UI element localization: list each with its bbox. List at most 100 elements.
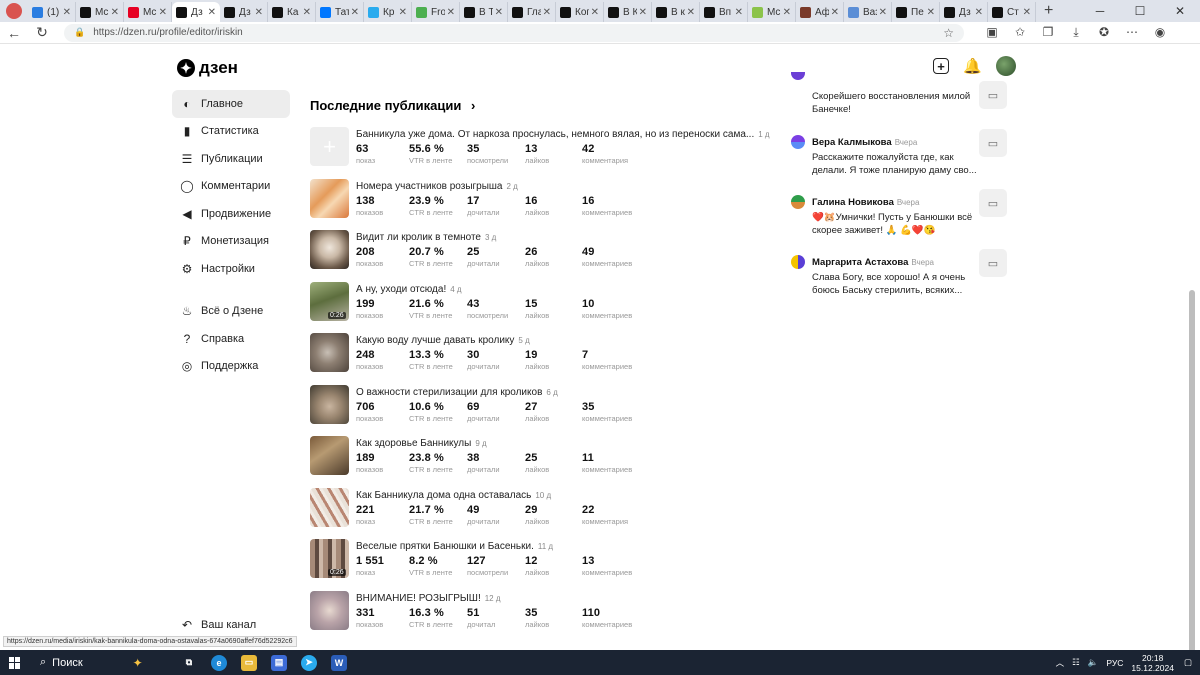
tab-close-icon[interactable]: ✕ [975, 7, 983, 18]
publication-thumbnail[interactable] [310, 230, 349, 269]
taskbar-search[interactable]: ⌕ Поиск ✦ [34, 653, 174, 673]
publication-row[interactable]: Видит ли кролик в темноте 3 д 208 показов 20… [310, 230, 770, 282]
tab-close-icon[interactable]: ✕ [735, 7, 743, 18]
publication-thumbnail[interactable]: 0:26 [310, 539, 349, 578]
browser-menu-icon[interactable]: ⋯ [1118, 25, 1146, 40]
close-window-icon[interactable]: ✕ [1160, 4, 1200, 18]
sidebar-item[interactable]: ▮ Статистика [172, 118, 290, 146]
back-icon[interactable]: ← [0, 25, 28, 41]
publication-row[interactable]: О важности стерилизации для кроликов 6 д 7… [310, 384, 770, 437]
tab-close-icon[interactable]: ✕ [399, 7, 407, 18]
publication-title[interactable]: А ну, уходи отсюда! 4 д [356, 284, 462, 295]
page-scrollbar[interactable] [1188, 44, 1196, 675]
browser-tab[interactable]: Кр ✕ [364, 2, 412, 22]
commenter-avatar[interactable] [791, 255, 805, 269]
tab-close-icon[interactable]: ✕ [927, 7, 935, 18]
tab-close-icon[interactable]: ✕ [543, 7, 551, 18]
language-indicator[interactable]: РУС [1106, 658, 1123, 668]
user-avatar[interactable] [995, 56, 1016, 76]
tab-close-icon[interactable]: ✕ [351, 7, 359, 18]
reply-icon[interactable]: ▭ [979, 249, 1007, 277]
publication-title[interactable]: Как здоровье Банникулы 9 д [356, 438, 487, 449]
browser-tab[interactable]: (1) ✕ [28, 2, 76, 22]
scrollbar-thumb[interactable] [1189, 290, 1195, 675]
browser-tab[interactable]: Mc ✕ [748, 2, 796, 22]
sidebar-item[interactable]: ♨ Всё о Дзене [172, 298, 290, 326]
tray-chevron-icon[interactable]: ︿ [1056, 657, 1065, 669]
tab-close-icon[interactable]: ✕ [303, 7, 311, 18]
tab-close-icon[interactable]: ✕ [159, 7, 167, 18]
publication-row[interactable]: Как Банникула дома одна оставалась 10 д 22… [310, 487, 770, 540]
speaker-icon[interactable]: 🔈 [1088, 657, 1099, 668]
reply-icon[interactable]: ▭ [979, 189, 1007, 217]
tab-close-icon[interactable]: ✕ [255, 7, 263, 18]
tab-close-icon[interactable]: ✕ [1023, 7, 1031, 18]
browser-tab[interactable]: В Т✕ [460, 2, 508, 22]
sidebar-item[interactable]: ? Справка [172, 325, 290, 353]
store-icon[interactable]: ▤ [264, 654, 294, 671]
create-post-icon[interactable]: + [933, 58, 949, 74]
tab-close-icon[interactable]: ✕ [783, 7, 791, 18]
latest-publications-title[interactable]: Последние публикации › [310, 98, 475, 113]
browser-tab[interactable]: Тат✕ [316, 2, 364, 22]
notifications-bell-icon[interactable]: 🔔 [963, 57, 982, 75]
publication-thumbnail[interactable] [310, 436, 349, 475]
publication-row[interactable]: 0:26 Веселые прятки Банюшки и Басеньки. 11… [310, 539, 770, 591]
tab-close-icon[interactable]: ✕ [447, 7, 455, 18]
file-explorer-icon[interactable]: ▭ [234, 654, 264, 671]
notification-center-icon[interactable]: ▢ [1184, 657, 1192, 668]
browser-tab[interactable]: Ког ✕ [556, 2, 604, 22]
profile-icon[interactable] [6, 3, 22, 19]
task-view-icon[interactable]: ⧉ [174, 655, 204, 671]
tab-close-icon[interactable]: ✕ [63, 7, 71, 18]
tab-close-icon[interactable]: ✕ [111, 7, 119, 18]
publication-title[interactable]: О важности стерилизации для кроликов 6 д [356, 387, 558, 398]
publication-row[interactable]: 0:26 А ну, уходи отсюда! 4 д 199 показов 21.6… [310, 281, 770, 334]
browser-tab[interactable]: Пе ✕ [892, 2, 940, 22]
publication-thumbnail[interactable]: + [310, 127, 349, 166]
publication-thumbnail[interactable] [310, 590, 349, 630]
sidebar-item[interactable]: ◀ Продвижение [172, 200, 290, 228]
sidebar-your-channel[interactable]: ↶ Ваш канал [172, 611, 256, 639]
favorites-icon[interactable]: ✩ [1006, 25, 1034, 40]
extensions-icon[interactable]: ✪ [1090, 25, 1118, 40]
tab-close-icon[interactable]: ✕ [879, 7, 887, 18]
browser-tab[interactable]: Вп ✕ [700, 2, 748, 22]
browser-tab[interactable]: Ка ✕ [268, 2, 316, 22]
browser-tab[interactable]: В К✕ [604, 2, 652, 22]
publication-title[interactable]: Какую воду лучше давать кролику 5 д [356, 335, 530, 346]
url-field[interactable]: 🔒 https://dzen.ru/profile/editor/iriskin… [64, 23, 964, 42]
publication-thumbnail[interactable] [310, 384, 349, 424]
publication-title[interactable]: Видит ли кролик в темноте 3 д [356, 232, 496, 243]
reply-icon[interactable]: ▭ [979, 81, 1007, 109]
browser-tab[interactable]: Дз ✕ [940, 2, 988, 22]
collections-icon[interactable]: ❐ [1034, 25, 1062, 40]
favorite-star-icon[interactable]: ☆ [943, 26, 954, 40]
browser-tab[interactable]: Дз ✕ [220, 2, 268, 22]
network-icon[interactable]: ☷ [1072, 657, 1080, 668]
publication-row[interactable]: + Банникула уже дома. От наркоза проснула… [310, 127, 770, 179]
publication-row[interactable]: Как здоровье Банникулы 9 д 189 показов 23.8 … [310, 436, 770, 488]
publication-title[interactable]: Веселые прятки Банюшки и Басеньки. 11 д [356, 541, 553, 552]
publication-thumbnail[interactable] [310, 487, 349, 527]
sidebar-item[interactable]: ⚙ Настройки [172, 255, 290, 283]
start-button[interactable] [0, 656, 30, 669]
tab-close-icon[interactable]: ✕ [687, 7, 695, 18]
tab-close-icon[interactable]: ✕ [591, 7, 599, 18]
sidebar-item[interactable]: ◐ Главное [172, 90, 290, 118]
publication-title[interactable]: Номера участников розыгрыша 2 д [356, 181, 518, 192]
reload-icon[interactable]: ↻ [28, 24, 56, 41]
commenter-avatar[interactable] [791, 135, 805, 149]
browser-tab[interactable]: Mc ✕ [76, 2, 124, 22]
publication-title[interactable]: Банникула уже дома. От наркоза проснулас… [356, 129, 770, 140]
publication-thumbnail[interactable] [310, 178, 349, 218]
browser-tab[interactable]: Fro ✕ [412, 2, 460, 22]
word-icon[interactable]: W [324, 654, 354, 671]
copilot-icon[interactable]: ◉ [1146, 25, 1174, 40]
sidebar-item[interactable]: ◯ Комментарии [172, 173, 290, 201]
commenter-name[interactable]: Вера Калмыкова Вчера [812, 137, 917, 148]
tab-close-icon[interactable]: ✕ [495, 7, 503, 18]
minimize-icon[interactable]: ─ [1080, 4, 1120, 18]
publication-row[interactable]: Номера участников розыгрыша 2 д 138 показов… [310, 178, 770, 231]
browser-tab[interactable]: Ст ✕ [988, 2, 1036, 22]
